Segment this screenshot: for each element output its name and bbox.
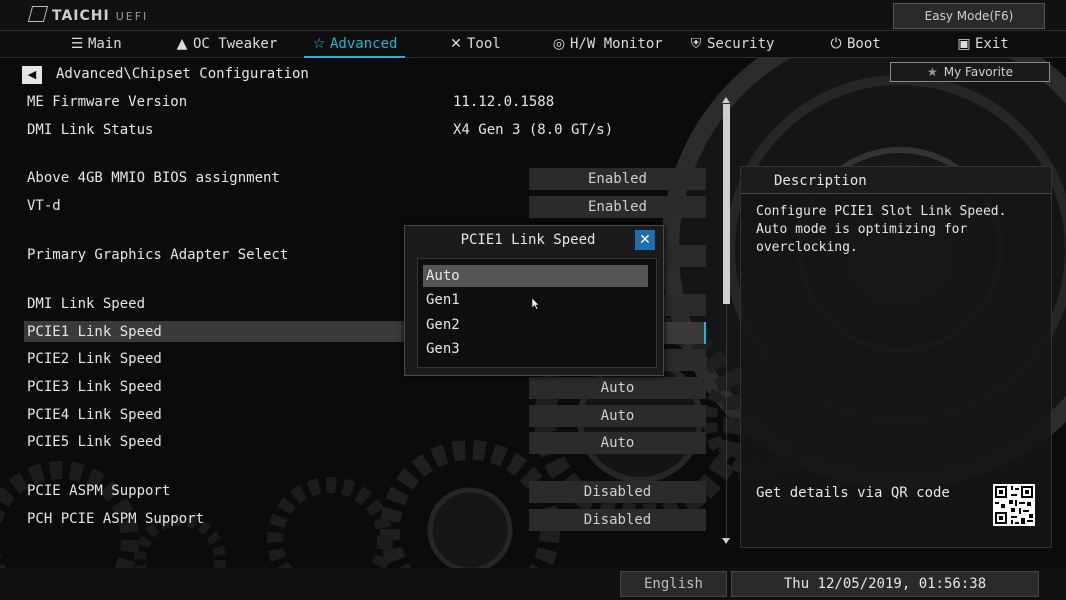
setting-pcie-aspm-label[interactable]: PCIE ASPM Support <box>27 483 170 499</box>
option-gen3[interactable]: Gen3 <box>423 338 648 360</box>
scroll-up-arrow-icon[interactable] <box>722 97 730 103</box>
taichi-logo-icon <box>27 6 49 22</box>
shield-icon: ⛨ <box>690 36 702 52</box>
setting-above4g-value[interactable]: Enabled <box>529 168 706 190</box>
setting-primary-graphics-label[interactable]: Primary Graphics Adapter Select <box>27 247 288 263</box>
popup-option-list: Auto Gen1 Gen2 Gen3 <box>417 258 657 368</box>
main-menu-bar: ☰ Main ▲ OC Tweaker ☆ Advanced ✕ Tool ◎ H/W M… <box>0 30 1066 58</box>
rocket-icon: ▲ <box>176 36 188 52</box>
language-button[interactable]: English <box>620 571 727 597</box>
option-gen2[interactable]: Gen2 <box>423 314 648 336</box>
tab-tool[interactable]: ✕ Tool <box>449 34 501 54</box>
star-icon: ☆ <box>312 36 326 52</box>
my-favorite-button[interactable]: ★ My Favorite <box>890 62 1050 82</box>
tab-exit[interactable]: ▣ Exit <box>957 34 1008 54</box>
setting-above4g-label[interactable]: Above 4GB MMIO BIOS assignment <box>27 170 280 186</box>
setting-pcie1-label[interactable]: PCIE1 Link Speed <box>27 324 162 340</box>
popup-title: PCIE1 Link Speed <box>460 232 596 248</box>
setting-pch-aspm-label[interactable]: PCH PCIE ASPM Support <box>27 511 204 527</box>
setting-pcie5-value[interactable]: Auto <box>529 432 706 454</box>
tab-advanced[interactable]: ☆ Advanced <box>303 34 406 58</box>
brand-logo: TAICHI UEFI <box>27 6 148 24</box>
option-auto[interactable]: Auto <box>423 265 648 287</box>
setting-pcie-aspm-value[interactable]: Disabled <box>529 481 706 503</box>
datetime-display[interactable]: Thu 12/05/2019, 01:56:38 <box>731 571 1039 597</box>
tab-boot[interactable]: ⏻ Boot <box>829 34 880 54</box>
scrollbar-thumb[interactable] <box>723 104 730 304</box>
tab-security[interactable]: ⛨ Security <box>689 34 775 54</box>
list-icon: ☰ <box>70 36 84 52</box>
setting-vtd-value[interactable]: Enabled <box>529 196 706 218</box>
setting-pcie3-value[interactable]: Auto <box>529 377 706 399</box>
setting-pcie5-label[interactable]: PCIE5 Link Speed <box>27 434 162 450</box>
dmi-status-value: X4 Gen 3 (8.0 GT/s) <box>453 122 614 138</box>
description-text: Configure PCIE1 Slot Link Speed. Auto mo… <box>756 204 1007 255</box>
me-firmware-value: 11.12.0.1588 <box>453 94 555 110</box>
me-firmware-label: ME Firmware Version <box>27 94 188 110</box>
power-icon: ⏻ <box>830 36 842 52</box>
exit-icon: ▣ <box>957 36 971 52</box>
setting-pcie3-label[interactable]: PCIE3 Link Speed <box>27 379 162 395</box>
setting-pch-aspm-value[interactable]: Disabled <box>529 509 706 531</box>
setting-pcie4-value[interactable]: Auto <box>529 405 706 427</box>
top-bar: TAICHI UEFI Easy Mode(F6) <box>0 0 1066 30</box>
description-title: Description <box>774 173 867 189</box>
tab-hw-monitor[interactable]: ◎ H/W Monitor <box>552 34 663 54</box>
scroll-down-arrow-icon[interactable] <box>722 538 730 544</box>
description-header: Description <box>741 167 1051 194</box>
mouse-cursor-icon <box>532 298 540 310</box>
close-icon: ✕ <box>639 232 651 248</box>
monitor-icon: ◎ <box>552 36 566 52</box>
tools-icon: ✕ <box>450 36 462 52</box>
favorite-star-icon: ★ <box>927 65 938 79</box>
description-panel: Description Configure PCIE1 Slot Link Sp… <box>740 166 1052 548</box>
tab-oc-tweaker[interactable]: ▲ OC Tweaker <box>175 34 278 54</box>
dmi-status-label: DMI Link Status <box>27 122 154 138</box>
setting-pcie2-label[interactable]: PCIE2 Link Speed <box>27 351 162 367</box>
setting-dmi-speed-label[interactable]: DMI Link Speed <box>27 296 145 312</box>
qr-code-label: Get details via QR code <box>756 485 950 501</box>
tab-main[interactable]: ☰ Main <box>70 34 122 54</box>
scrollbar-track[interactable] <box>726 304 727 540</box>
qr-code-icon <box>993 484 1035 526</box>
setting-pcie4-label[interactable]: PCIE4 Link Speed <box>27 407 162 423</box>
back-arrow-icon: ◀ <box>27 68 37 81</box>
breadcrumb: Advanced\Chipset Configuration <box>56 66 309 82</box>
setting-vtd-label[interactable]: VT-d <box>27 198 61 214</box>
back-button[interactable]: ◀ <box>22 66 42 84</box>
close-button[interactable]: ✕ <box>635 230 655 250</box>
easy-mode-button[interactable]: Easy Mode(F6) <box>893 3 1045 29</box>
